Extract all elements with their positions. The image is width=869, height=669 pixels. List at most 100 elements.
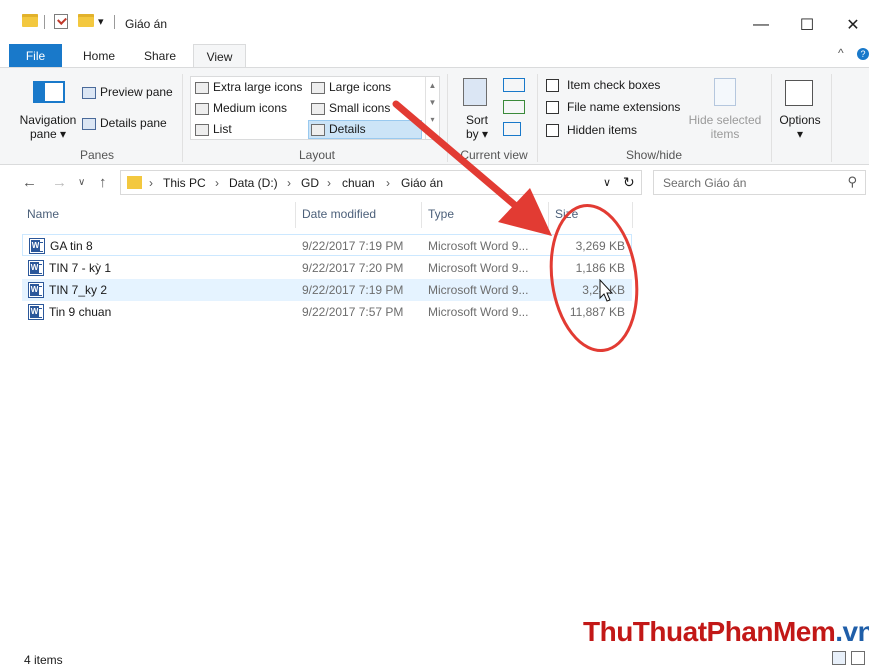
breadcrumb-separator-icon[interactable]: › <box>386 176 390 190</box>
options-button[interactable]: Options ▾ <box>776 113 824 141</box>
layout-extra-large-icons[interactable]: Extra large icons <box>195 80 302 94</box>
expand-gallery-icon[interactable]: ▾ <box>426 115 439 124</box>
layout-list[interactable]: List <box>195 122 232 136</box>
file-row[interactable]: Tin 9 chuan 9/22/2017 7:57 PM Microsoft … <box>22 301 632 323</box>
refresh-icon[interactable]: ↻ <box>623 174 635 191</box>
file-type: Microsoft Word 9... <box>428 261 529 275</box>
group-divider <box>182 74 183 162</box>
column-divider[interactable] <box>548 202 549 228</box>
new-folder-icon[interactable] <box>78 14 94 27</box>
title-bar: ▾ Giáo án — ☐ ✕ <box>0 0 869 40</box>
file-row[interactable]: GA tin 8 9/22/2017 7:19 PM Microsoft Wor… <box>22 234 632 256</box>
file-name: GA tin 8 <box>50 239 93 253</box>
navigation-pane-button[interactable]: Navigation pane ▾ <box>18 113 78 141</box>
address-dropdown-icon[interactable]: ∨ <box>603 176 611 189</box>
search-input[interactable]: Search Giáo án ⚲ <box>653 170 866 195</box>
breadcrumb-data-d[interactable]: Data (D:) <box>229 176 278 190</box>
sort-by-icon[interactable] <box>463 78 487 106</box>
column-header-type[interactable]: Type <box>428 207 454 229</box>
item-check-boxes-toggle[interactable]: Item check boxes <box>546 78 660 93</box>
ribbon-tabs: File Home Share View ^ <box>0 42 869 70</box>
group-divider <box>831 74 832 162</box>
group-by-icon[interactable] <box>503 78 525 92</box>
layout-medium-icons[interactable]: Medium icons <box>195 101 287 115</box>
details-view-icon[interactable] <box>832 651 846 665</box>
hidden-items-toggle[interactable]: Hidden items <box>546 123 637 138</box>
breadcrumb-separator-icon[interactable]: › <box>215 176 219 190</box>
sort-by-button[interactable]: Sort by ▾ <box>464 113 490 141</box>
sort-label-2: by ▾ <box>465 127 489 141</box>
options-icon[interactable] <box>785 80 813 106</box>
group-label-show-hide: Show/hide <box>625 148 683 162</box>
extra-large-icons-icon <box>195 81 209 94</box>
file-date: 9/22/2017 7:20 PM <box>302 261 404 275</box>
close-button[interactable]: ✕ <box>830 10 869 40</box>
column-divider[interactable] <box>632 202 633 228</box>
list-icon <box>195 123 209 136</box>
layout-details[interactable]: Details <box>308 120 422 139</box>
tab-file[interactable]: File <box>9 44 62 68</box>
divider <box>44 15 45 29</box>
breadcrumb-gd[interactable]: GD <box>301 176 319 190</box>
forward-arrow-icon[interactable]: → <box>52 174 67 191</box>
file-row[interactable]: TIN 7 - kỳ 1 9/22/2017 7:20 PM Microsoft… <box>22 257 632 279</box>
large-icons-view-icon[interactable] <box>851 651 865 665</box>
layout-large-icons[interactable]: Large icons <box>311 80 391 94</box>
search-icon[interactable]: ⚲ <box>847 174 857 190</box>
add-columns-icon[interactable] <box>503 100 525 114</box>
tab-home[interactable]: Home <box>78 44 120 68</box>
preview-pane-button[interactable]: Preview pane <box>82 85 173 99</box>
breadcrumb-separator-icon[interactable]: › <box>287 176 291 190</box>
recent-locations-icon[interactable]: ∨ <box>78 177 85 188</box>
properties-icon[interactable] <box>54 14 68 29</box>
breadcrumb-giao-an[interactable]: Giáo án <box>401 176 443 190</box>
layout-gallery: Extra large icons Large icons Medium ico… <box>190 76 440 140</box>
column-header-date-modified[interactable]: Date modified <box>302 207 376 229</box>
collapse-ribbon-icon[interactable]: ^ <box>838 46 844 60</box>
preview-pane-icon <box>82 86 96 99</box>
folder-icon <box>127 176 142 189</box>
file-size: 3,24 KB <box>582 283 625 297</box>
navigation-pane-icon[interactable] <box>33 81 65 103</box>
maximize-button[interactable]: ☐ <box>784 10 830 40</box>
minimize-button[interactable]: — <box>738 10 784 40</box>
file-name: Tin 9 chuan <box>49 305 112 319</box>
scroll-up-icon[interactable]: ▲ <box>426 81 439 90</box>
size-columns-icon[interactable] <box>503 122 521 136</box>
file-name: TIN 7 - kỳ 1 <box>49 261 112 275</box>
ribbon: Navigation pane ▾ Preview pane Details p… <box>0 67 869 165</box>
up-arrow-icon[interactable]: ↑ <box>99 174 107 191</box>
checkbox[interactable] <box>546 124 559 138</box>
column-header-name[interactable]: Name <box>27 207 59 229</box>
scroll-down-icon[interactable]: ▼ <box>426 98 439 107</box>
window-title: Giáo án <box>125 17 168 31</box>
hide-selected-items-button[interactable]: Hide selected items <box>686 113 764 141</box>
file-date: 9/22/2017 7:19 PM <box>302 283 404 297</box>
breadcrumb-this-pc[interactable]: This PC <box>163 176 206 190</box>
help-icon[interactable]: ? <box>857 48 869 60</box>
details-pane-button[interactable]: Details pane <box>82 116 167 130</box>
column-divider[interactable] <box>421 202 422 228</box>
customize-quick-access-icon[interactable]: ▾ <box>98 15 104 28</box>
tab-share[interactable]: Share <box>138 44 182 68</box>
layout-small-icons[interactable]: Small icons <box>311 101 390 115</box>
checkbox[interactable] <box>546 79 559 93</box>
hide-selected-items-icon <box>714 78 736 106</box>
group-divider <box>771 74 772 162</box>
column-divider[interactable] <box>295 202 296 228</box>
sort-label: Sort <box>465 113 488 127</box>
file-row[interactable]: TIN 7_ky 2 9/22/2017 7:19 PM Microsoft W… <box>22 279 632 301</box>
breadcrumb-separator-icon[interactable]: › <box>327 176 331 190</box>
column-header-size[interactable]: Size <box>555 207 578 229</box>
address-bar[interactable]: › This PC › Data (D:) › GD › chuan › Giá… <box>120 170 642 195</box>
medium-icons-icon <box>195 102 209 115</box>
file-name-extensions-toggle[interactable]: File name extensions <box>546 100 680 115</box>
hide-selected-label-2: items <box>710 127 740 141</box>
layout-scrollbar[interactable]: ▲ ▼ ▾ <box>425 77 439 139</box>
small-icons-icon <box>311 102 325 115</box>
breadcrumb-separator-icon[interactable]: › <box>149 176 153 190</box>
breadcrumb-chuan[interactable]: chuan <box>342 176 375 190</box>
file-date: 9/22/2017 7:19 PM <box>302 239 404 253</box>
checkbox[interactable] <box>546 101 559 115</box>
back-arrow-icon[interactable]: ← <box>22 174 37 191</box>
